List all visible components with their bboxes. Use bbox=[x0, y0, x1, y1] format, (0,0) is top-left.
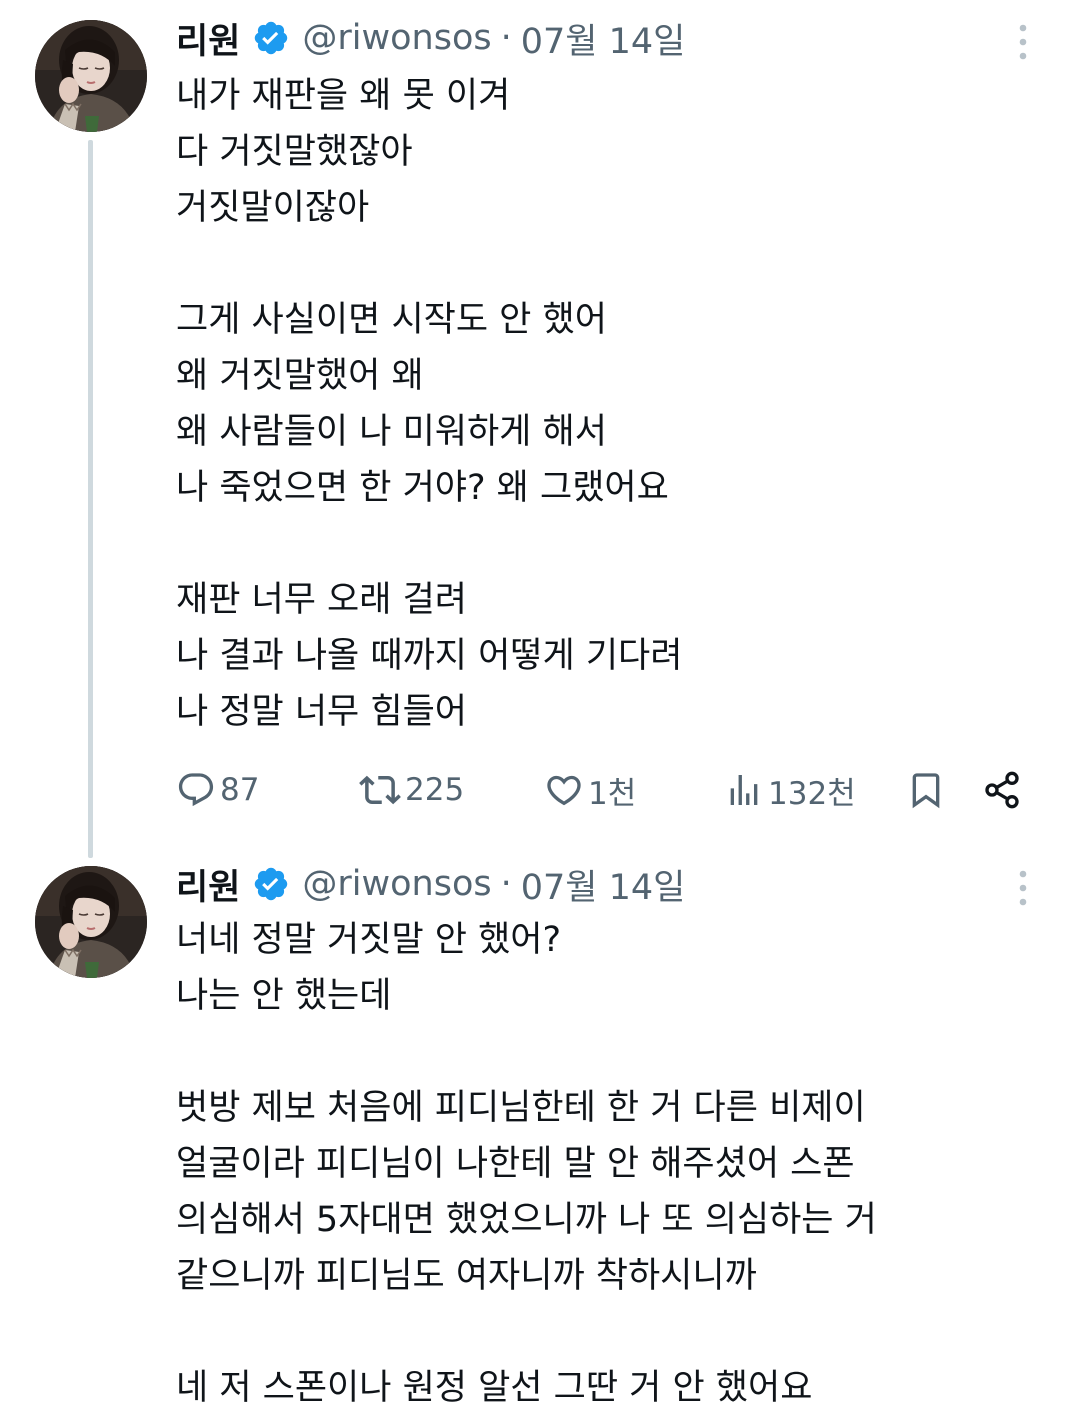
tweet-text-line: 나 결과 나올 때까지 어떻게 기다려 bbox=[176, 636, 683, 676]
share-button[interactable] bbox=[982, 762, 1022, 818]
tweet-text-line: 나 죽었으면 한 거야? 왜 그랬어요 bbox=[176, 468, 669, 508]
retweet-count: 225 bbox=[405, 772, 465, 808]
views-icon bbox=[724, 770, 764, 810]
views-count: 132천 bbox=[768, 775, 856, 812]
tweet-text-line: 벗방 제보 처음에 피디님한테 한 거 다른 비제이 bbox=[176, 1088, 866, 1128]
heart-icon bbox=[544, 770, 584, 810]
tweet-text-line: 재판 너무 오래 걸려 bbox=[176, 580, 467, 620]
tweet-header: 리원 @riwonsos · 07월 14일 bbox=[176, 16, 685, 62]
reply-button[interactable]: 87 bbox=[176, 762, 259, 818]
tweet-text-line: 너네 정말 거짓말 안 했어? bbox=[176, 920, 562, 960]
tweet-text-line: 나는 안 했는데 bbox=[176, 976, 392, 1016]
tweet-action-bar: 87 225 1천 132천 bbox=[176, 762, 1046, 818]
verified-badge-icon bbox=[252, 865, 290, 903]
tweet[interactable]: 리원 @riwonsos · 07월 14일 너네 정말 거짓말 안 했어? 나… bbox=[0, 850, 1080, 1427]
tweet-text: 너네 정말 거짓말 안 했어? 나는 안 했는데 벗방 제보 처음에 피디님한테… bbox=[176, 912, 1046, 1416]
tweet-text-line: 나 정말 너무 힘들어 bbox=[176, 692, 467, 732]
tweet-date[interactable]: 07월 14일 bbox=[521, 13, 686, 64]
bookmark-icon bbox=[906, 770, 946, 810]
tweet-text-line: 의심해서 5자대면 했었으니까 나 또 의심하는 거 bbox=[176, 1200, 877, 1240]
tweet-text: 내가 재판을 왜 못 이겨 다 거짓말했잖아 거짓말이잖아 그게 사실이면 시작… bbox=[176, 68, 1046, 740]
retweet-icon bbox=[359, 769, 401, 811]
retweet-button[interactable]: 225 bbox=[359, 762, 464, 818]
tweet-text-line: 내가 재판을 왜 못 이겨 bbox=[176, 76, 511, 116]
tweet-text-line: 그게 사실이면 시작도 안 했어 bbox=[176, 300, 607, 340]
author-handle[interactable]: @riwonsos bbox=[302, 18, 491, 58]
tweet-text-line: 같으니까 피디님도 여자니까 착하시니까 bbox=[176, 1256, 757, 1296]
separator-dot: · bbox=[500, 18, 512, 58]
tweet-text-line: 왜 사람들이 나 미워하게 해서 bbox=[176, 412, 607, 452]
avatar[interactable] bbox=[35, 20, 147, 132]
tweet-date[interactable]: 07월 14일 bbox=[521, 859, 686, 910]
verified-badge-icon bbox=[252, 19, 290, 57]
more-vertical-icon[interactable] bbox=[1014, 868, 1032, 908]
author-name[interactable]: 리원 bbox=[176, 13, 240, 64]
views-button[interactable]: 132천 bbox=[724, 762, 856, 818]
more-vertical-icon[interactable] bbox=[1014, 22, 1032, 62]
tweet-text-line: 네 저 스폰이나 원정 알선 그딴 거 안 했어요 bbox=[176, 1368, 813, 1408]
like-button[interactable]: 1천 bbox=[544, 762, 636, 818]
separator-dot: · bbox=[500, 864, 512, 904]
author-name[interactable]: 리원 bbox=[176, 859, 240, 910]
reply-count: 87 bbox=[220, 772, 260, 808]
tweet[interactable]: 리원 @riwonsos · 07월 14일 내가 재판을 왜 못 이겨 다 거… bbox=[0, 0, 1080, 858]
reply-icon bbox=[176, 770, 216, 810]
bookmark-button[interactable] bbox=[906, 762, 946, 818]
share-icon bbox=[982, 770, 1022, 810]
author-handle[interactable]: @riwonsos bbox=[302, 864, 491, 904]
tweet-text-line: 다 거짓말했잖아 bbox=[176, 132, 413, 172]
avatar[interactable] bbox=[35, 866, 147, 978]
tweet-text-line: 거짓말이잖아 bbox=[176, 188, 370, 228]
thread-connector-line bbox=[88, 140, 93, 858]
tweet-text-line: 왜 거짓말했어 왜 bbox=[176, 356, 424, 396]
tweet-header: 리원 @riwonsos · 07월 14일 bbox=[176, 862, 685, 908]
tweet-text-line: 얼굴이라 피디님이 나한테 말 안 해주셨어 스폰 bbox=[176, 1144, 855, 1184]
like-count: 1천 bbox=[588, 775, 637, 812]
